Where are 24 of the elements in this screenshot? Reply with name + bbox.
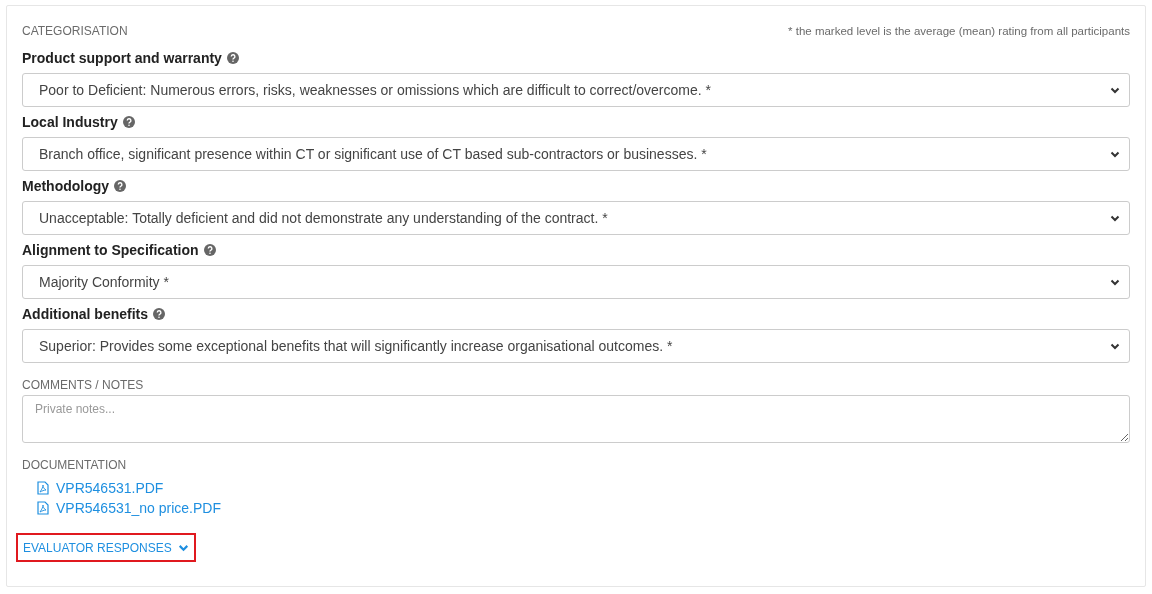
file-link[interactable]: VPR546531_no price.PDF xyxy=(37,498,1130,518)
help-icon[interactable] xyxy=(122,116,135,128)
pdf-file-icon xyxy=(37,481,49,495)
rating-dropdown[interactable]: Superior: Provides some exceptional benefits that will significantly increase organisational outcomes. * xyxy=(22,329,1130,363)
comments-label: COMMENTS / NOTES xyxy=(22,377,145,394)
help-icon[interactable] xyxy=(203,244,216,256)
evaluator-responses-toggle[interactable]: EVALUATOR RESPONSES xyxy=(16,533,196,562)
criterion-label: Product support and warranty xyxy=(22,50,222,66)
rating-dropdown[interactable]: Branch office, significant presence within CT or significant use of CT based sub-contractors or businesses. * xyxy=(22,137,1130,171)
pdf-file-icon xyxy=(37,501,49,515)
help-icon[interactable] xyxy=(114,180,127,192)
criterion-label: Alignment to Specification xyxy=(22,242,199,258)
criterion-label: Additional benefits xyxy=(22,306,148,322)
rating-dropdown[interactable]: Poor to Deficient: Numerous errors, risks, weaknesses or omissions which are difficult to correct/overcome. * xyxy=(22,73,1130,107)
criterion-label: Local Industry xyxy=(22,114,118,130)
help-icon[interactable] xyxy=(153,308,165,320)
footnote: * the marked level is the average (mean) rating from all participants xyxy=(788,25,1130,37)
documentation-label: DOCUMENTATION xyxy=(22,457,128,474)
section-title: CATEGORISATION xyxy=(22,24,128,38)
rating-dropdown[interactable]: Unacceptable: Totally deficient and did not demonstrate any understanding of the contract. * xyxy=(22,201,1130,235)
help-icon[interactable] xyxy=(226,52,239,64)
criterion-label: Methodology xyxy=(22,178,110,194)
notes-field[interactable]: Private notes... xyxy=(22,395,1130,443)
rating-dropdown[interactable]: Majority Conformity * xyxy=(22,265,1130,299)
